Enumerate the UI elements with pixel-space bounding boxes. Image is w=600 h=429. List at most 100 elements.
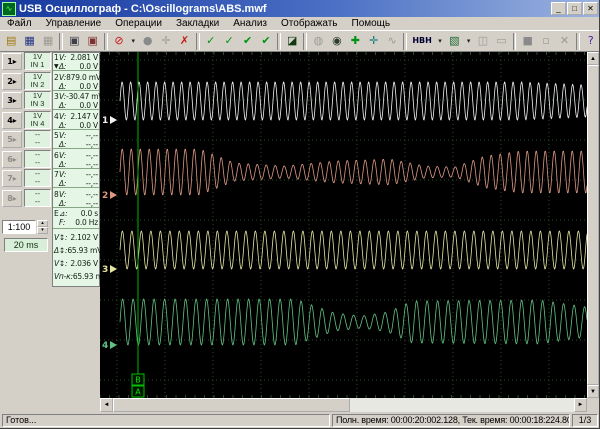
scroll-right-button[interactable]: ►	[574, 398, 587, 412]
search-fragment-button[interactable]: ◉	[328, 32, 346, 51]
ratio-up-button[interactable]: ▴	[37, 220, 48, 227]
print-report-button[interactable]: ▣	[84, 32, 102, 51]
record-button[interactable]: ●	[138, 32, 156, 51]
channel-1-button[interactable]: 1▸	[2, 53, 22, 70]
whole-view-button: ◍	[309, 32, 327, 51]
channel-5-button[interactable]: 5▸	[2, 131, 22, 148]
channel-2-button[interactable]: 2▸	[2, 73, 22, 90]
accept-signal-button[interactable]: ✓	[202, 32, 220, 51]
stop-record-button[interactable]: ⊘	[110, 32, 128, 51]
channel-3-measurements: 3V:-30.47 mVΔ:0.0 V	[53, 91, 99, 110]
channel-7-measurements: 7V:--,--Δ:--,--	[53, 169, 99, 188]
toolbar-separator	[59, 33, 63, 50]
sync-ratio-input[interactable]: 1:100	[2, 220, 36, 234]
measure-cursors-button[interactable]: ✛	[365, 32, 383, 51]
cursor-voltage-block: V↕: 2.102 V Δ↕: 65.93 mV V↕: 2.036 V Vп-…	[53, 230, 99, 286]
channel-6-range-input[interactable]: ----	[24, 150, 51, 168]
toolbar-separator	[513, 33, 517, 50]
toolbar-separator	[303, 33, 307, 50]
erase-record-button[interactable]: ✗	[175, 32, 193, 51]
save-file-button[interactable]: ▦	[20, 32, 38, 51]
channel-2-range-input[interactable]: 1VIN 2	[24, 72, 51, 90]
menu-operations[interactable]: Операции	[108, 18, 169, 29]
scroll-down-button[interactable]: ▼	[587, 385, 599, 398]
open-file-button[interactable]: ▤	[2, 32, 20, 51]
channel-7-range-input[interactable]: ----	[24, 169, 51, 187]
channel-3-range-input[interactable]: 1VIN 3	[24, 91, 51, 109]
channel-4-range-input[interactable]: 1VIN 4	[24, 111, 51, 129]
oscilloscope-display[interactable]: 1234ВА	[100, 52, 587, 398]
load-analysis-script-dropdown[interactable]: ▾	[464, 32, 474, 51]
channel-4-zero-label: 4	[102, 341, 108, 351]
app-window: ∿ USB Осциллограф - C:\Oscillograms\ABS.…	[0, 0, 600, 429]
channel-1-measurements: 1V:2.081 V▼Δ:0.0 V	[53, 52, 99, 71]
menu-analysis[interactable]: Анализ	[226, 18, 274, 29]
menu-help[interactable]: Помощь	[345, 18, 398, 29]
freq-label: F:	[59, 218, 65, 227]
channel-3-button[interactable]: 3▸	[2, 92, 22, 109]
vertical-scroll-thumb[interactable]	[587, 65, 599, 385]
toolbar-separator	[104, 33, 108, 50]
sweep-time-button[interactable]: 20 ms	[4, 238, 48, 252]
stop-record-dropdown[interactable]: ▾	[128, 32, 138, 51]
v-peak-label: Vп-к:	[54, 272, 73, 281]
channel-8-button[interactable]: 8▸	[2, 190, 22, 207]
channel-7-button[interactable]: 7▸	[2, 170, 22, 187]
channel-3-zero-label: 3	[102, 265, 108, 275]
sync-ratio-spinner: ▴ ▾	[37, 220, 48, 234]
invert-display-button[interactable]: ◪	[283, 32, 301, 51]
close-button[interactable]: ✕	[583, 2, 598, 15]
cursor-marker-label: А	[135, 388, 141, 397]
load-analysis-script-button[interactable]: ▧	[445, 32, 463, 51]
delta-t-value: 0.0 s	[81, 209, 98, 218]
minimize-button[interactable]: _	[551, 2, 566, 15]
window-title: USB Осциллограф - C:\Oscillograms\ABS.mw…	[19, 3, 551, 15]
mode-nvn-dropdown[interactable]: ▾	[435, 32, 445, 51]
print-button[interactable]: ▣	[65, 32, 83, 51]
accept-all-button[interactable]: ✔	[238, 32, 256, 51]
toolbar-separator	[403, 33, 407, 50]
help-button[interactable]: ?	[582, 32, 600, 51]
compare-signals-button: ∿	[383, 32, 401, 51]
channel-4-button[interactable]: 4▸	[2, 112, 22, 129]
accept-next-button[interactable]: ✓	[220, 32, 238, 51]
expand-amplitude-button[interactable]: ✚	[346, 32, 364, 51]
analysis-prev-button: ◫	[474, 32, 492, 51]
channel-5-range-input[interactable]: ----	[24, 130, 51, 148]
channel-1-range-input[interactable]: 1VIN 1	[24, 52, 51, 70]
toolbar-separator	[277, 33, 281, 50]
accept-wave-button[interactable]: ✔	[257, 32, 275, 51]
scope-canvas[interactable]: 1234ВА	[100, 52, 587, 398]
v-delta-label: Δ↕:	[54, 246, 67, 255]
menu-control[interactable]: Управление	[39, 18, 109, 29]
status-bar: Готов... Полн. время: 00:00:20:002.128, …	[0, 412, 600, 429]
restore-button[interactable]: □	[567, 2, 582, 15]
horizontal-scrollbar[interactable]: ◄ ►	[100, 398, 587, 412]
menu-view[interactable]: Отображать	[274, 18, 344, 29]
analysis-apply-button: ▭	[492, 32, 510, 51]
scroll-up-button[interactable]: ▲	[587, 52, 599, 65]
freq-value: 0.0 Hz	[75, 218, 98, 227]
channel-panel: 1▸1VIN 11V:2.081 V▼Δ:0.0 V 2▸1VIN 22V:879…	[0, 52, 100, 412]
ratio-down-button[interactable]: ▾	[37, 227, 48, 234]
menu-bar: ФайлУправлениеОперацииЗакладкиАнализОтоб…	[0, 17, 600, 30]
menu-bookmarks[interactable]: Закладки	[169, 18, 226, 29]
channel-6-button[interactable]: 6▸	[2, 151, 22, 168]
delta-t-label: ⊿:	[59, 209, 67, 218]
window-doc-close-button: ✕	[555, 32, 573, 51]
window-controls: _ □ ✕	[551, 2, 598, 15]
menu-file[interactable]: Файл	[0, 18, 39, 29]
channel-4-measurements: 4V:2.147 VΔ:0.0 V	[53, 111, 99, 130]
v-delta-value: 65.93 mV	[67, 246, 102, 255]
scroll-left-button[interactable]: ◄	[100, 398, 113, 412]
channel-6-measurements: 6V:--,--Δ:--,--	[53, 150, 99, 169]
channel-2-measurements: 2V:879.0 mVΔ:0.0 V	[53, 72, 99, 91]
toolbar-separator	[576, 33, 580, 50]
horizontal-scroll-thumb[interactable]	[113, 398, 350, 412]
channel-8-range-input[interactable]: ----	[24, 189, 51, 207]
vertical-scrollbar[interactable]: ▲ ▼	[587, 52, 599, 398]
mode-nvn-button[interactable]: НВН	[409, 32, 435, 51]
channel-8-measurements: 8V:--,--Δ:--,--	[53, 189, 99, 208]
panel-toggle-button[interactable]: ■	[518, 32, 536, 51]
v-marker2-label: V↕:	[54, 259, 67, 268]
